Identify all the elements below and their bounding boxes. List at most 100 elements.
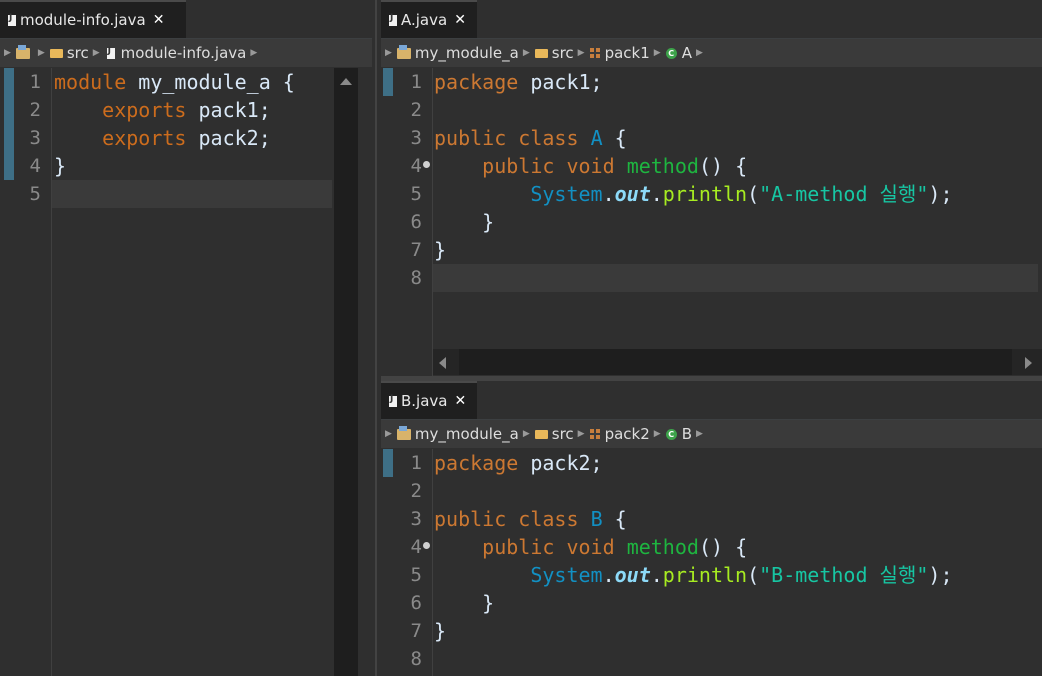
line-number: 3 [29,127,41,149]
code-line: public class A { [434,124,953,152]
breadcrumb-src[interactable]: src [67,44,89,62]
breadcrumb-arrow-icon[interactable]: ▶ [696,429,703,439]
breadcrumb-arrow-icon[interactable]: ▶ [654,429,661,439]
project-icon [396,425,411,440]
scroll-up-icon[interactable] [340,78,352,85]
fold-collapse-icon[interactable] [423,542,430,549]
breadcrumb-file[interactable]: module-info.java [121,44,247,62]
keyword-class: class [518,507,579,531]
code-editor[interactable]: 1 2 3 4 5 6 7 8 package pack2; public cl… [381,449,1042,676]
project-icon[interactable] [15,44,30,59]
breadcrumb-src[interactable]: src [552,425,574,443]
breadcrumb-src[interactable]: src [552,44,574,62]
tab-module-info[interactable]: module-info.java ✕ [0,0,186,38]
keyword-public: public [434,126,507,150]
code-line: } [434,589,953,617]
class-name: A [590,126,603,150]
java-file-icon [389,13,397,26]
brace: } [54,154,67,178]
line-number: 8 [410,648,422,670]
code-text[interactable]: package pack2; public class B { public v… [434,449,953,673]
breadcrumb-arrow-icon[interactable]: ▶ [250,48,257,58]
brace: } [434,238,447,262]
close-icon[interactable]: ✕ [455,393,467,409]
breadcrumb-arrow-icon[interactable]: ▶ [38,48,45,58]
tab-label: A.java [401,11,448,29]
breadcrumb-package[interactable]: pack1 [605,44,650,62]
breadcrumb-arrow-icon[interactable]: ▶ [654,48,661,58]
breadcrumb-arrow-icon[interactable]: ▶ [578,48,585,58]
keyword-package: package [434,451,519,475]
line-number: 5 [410,564,422,586]
code-line: } [434,208,953,236]
breadcrumb-project[interactable]: my_module_a [415,425,519,443]
fold-collapse-icon[interactable] [423,161,430,168]
breadcrumb-arrow-icon[interactable]: ▶ [385,429,392,439]
class-icon: C [665,428,677,440]
method-println: println [662,182,748,206]
b-java-editor-pane: B.java ✕ ▶ my_module_a ▶ src ▶ pack2 ▶ C… [381,381,1042,676]
method-println: println [662,563,748,587]
code-text[interactable]: module my_module_a { exports pack1; expo… [54,68,295,208]
breadcrumb-arrow-icon[interactable]: ▶ [523,429,530,439]
breadcrumb-arrow-icon[interactable]: ▶ [385,48,392,58]
code-text[interactable]: package pack1; public class A { public v… [434,68,953,292]
brace: { [735,154,748,178]
line-number: 6 [410,592,422,614]
module-info-editor-pane: module-info.java ✕ ▶ ▶ src ▶ module-info… [0,0,372,676]
keyword-exports: exports [102,126,187,150]
line-number-gutter: 1 2 3 4 5 [14,68,52,676]
line-number: 2 [29,99,41,121]
code-editor[interactable]: 1 2 3 4 5 6 7 8 package pack1; public cl… [381,68,1042,376]
breadcrumb-arrow-icon[interactable]: ▶ [4,48,11,58]
package-icon [589,48,600,58]
line-number: 1 [29,71,41,93]
code-line: public void method() { [434,152,953,180]
breadcrumb-package[interactable]: pack2 [605,425,650,443]
vertical-scrollbar[interactable] [334,68,358,676]
breadcrumb-arrow-icon[interactable]: ▶ [93,48,100,58]
brace: } [482,210,495,234]
code-line: } [434,236,953,264]
breadcrumb-arrow-icon[interactable]: ▶ [696,48,703,58]
tab-label: module-info.java [20,11,146,29]
breadcrumb-class[interactable]: B [682,425,692,443]
tab-bar: module-info.java ✕ [0,0,372,39]
scrollbar-thumb[interactable] [459,349,1012,375]
line-number: 1 [410,71,422,93]
keyword-public: public [482,535,555,559]
horizontal-scrollbar[interactable] [433,349,1042,375]
a-java-editor-pane: A.java ✕ ▶ my_module_a ▶ src ▶ pack1 ▶ C… [381,0,1042,376]
breadcrumb: ▶ ▶ src ▶ module-info.java ▶ [0,39,372,67]
scroll-left-icon[interactable] [439,357,446,369]
java-file-icon [106,46,115,59]
breadcrumb-arrow-icon[interactable]: ▶ [523,48,530,58]
breadcrumb-project[interactable]: my_module_a [415,44,519,62]
close-icon[interactable]: ✕ [153,12,165,28]
breadcrumb-class[interactable]: A [682,44,692,62]
code-line: System.out.println("A-method 실행"); [434,180,953,208]
line-number: 8 [410,267,422,289]
tab-b-java[interactable]: B.java ✕ [381,381,477,419]
paren: ); [928,182,953,206]
line-number: 6 [410,211,422,233]
paren: ); [928,563,953,587]
keyword-module: module [54,70,127,94]
scroll-right-icon[interactable] [1025,357,1032,369]
breadcrumb-arrow-icon[interactable]: ▶ [578,429,585,439]
keyword-public: public [434,507,507,531]
code-editor[interactable]: 1 2 3 4 5 module my_module_a { exports p… [0,68,372,676]
code-line: } [434,617,953,645]
dot: . [650,563,663,587]
code-line: exports pack2; [54,124,295,152]
line-number: 2 [410,480,422,502]
tab-label: B.java [401,392,448,410]
close-icon[interactable]: ✕ [454,12,466,28]
line-number: 3 [410,127,422,149]
tab-a-java[interactable]: A.java ✕ [381,0,477,38]
parens: () [698,154,724,178]
tab-bar: A.java ✕ [381,0,1042,39]
